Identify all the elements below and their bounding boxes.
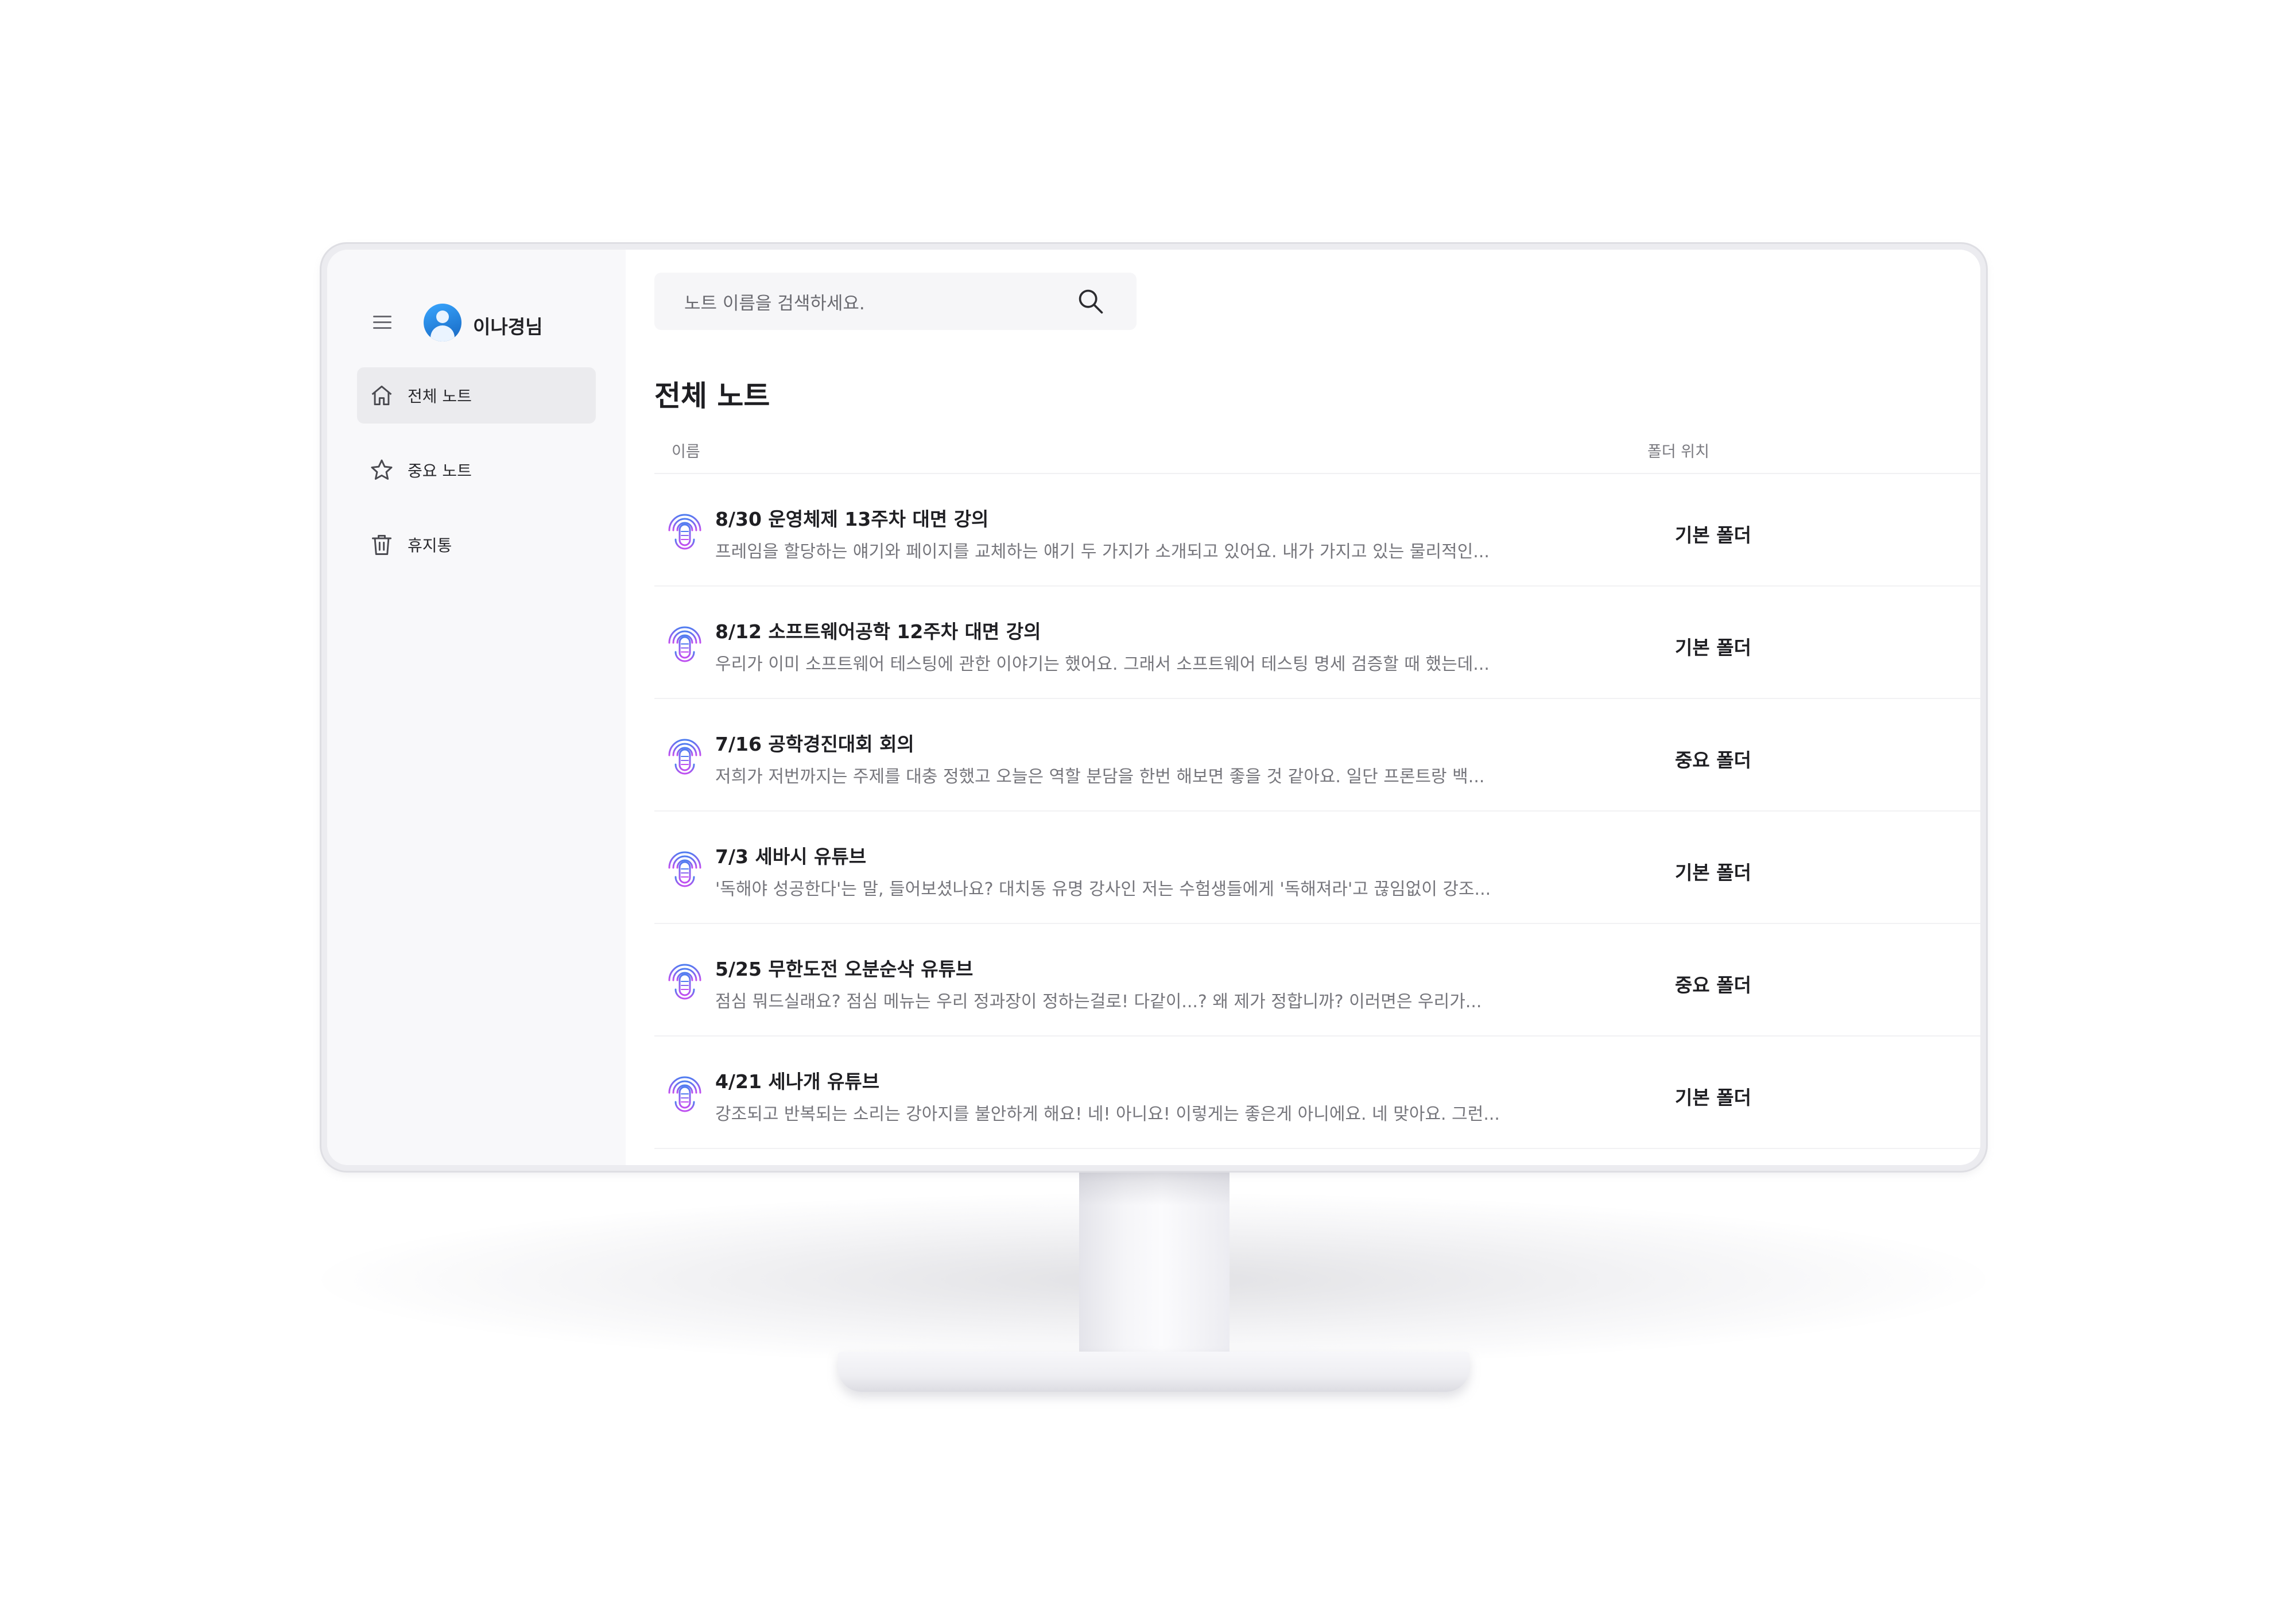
note-folder: 기본 폴더 [1675, 861, 1751, 884]
microphone-icon [668, 626, 701, 670]
note-folder: 기본 폴더 [1675, 636, 1751, 659]
column-header-folder[interactable]: 폴더 위치 [1647, 439, 1709, 461]
note-row[interactable]: 7/16 공학경진대회 회의 저희가 저번까지는 주제를 대충 정했고 오늘은 … [654, 699, 1980, 812]
page-title: 전체 노트 [654, 379, 770, 413]
app-window: 이나경님 전체 노트 중요 노트 휴지통 노트 이름을 검색하세요. 전체 노트… [327, 250, 1980, 1165]
note-title[interactable]: 8/12 소프트웨어공학 12주차 대면 강의 [715, 616, 1041, 644]
note-preview: 프레임을 할당하는 얘기와 페이지를 교체하는 얘기 두 가지가 소개되고 있어… [715, 542, 1490, 562]
home-icon [369, 382, 395, 409]
note-title[interactable]: 8/30 운영체제 13주차 대면 강의 [715, 504, 988, 531]
note-row[interactable]: 8/12 소프트웨어공학 12주차 대면 강의 우리가 이미 소프트웨어 테스팅… [654, 587, 1980, 699]
note-preview: 강조되고 반복되는 소리는 강아지를 불안하게 해요! 네! 아니요! 이렇게는… [715, 1104, 1500, 1124]
column-header-name[interactable]: 이름 [672, 439, 700, 461]
sidebar-item-label: 중요 노트 [408, 461, 472, 480]
sidebar-item-trash[interactable]: 휴지통 [357, 517, 596, 573]
main-content: 노트 이름을 검색하세요. 전체 노트 이름 폴더 위치 8/30 운영체제 1… [626, 250, 1980, 1165]
microphone-icon [668, 1076, 701, 1120]
note-folder: 중요 폴더 [1675, 749, 1751, 771]
note-row[interactable]: 7/3 세바시 유튜브 '독해야 성공한다'는 말, 들어보셨나요? 대치동 유… [654, 812, 1980, 924]
note-preview: '독해야 성공한다'는 말, 들어보셨나요? 대치동 유명 강사인 저는 수험생… [715, 879, 1491, 899]
monitor-stand-shade [1079, 1165, 1230, 1205]
sidebar-item-label: 전체 노트 [408, 387, 472, 406]
note-row[interactable]: 8/30 운영체제 13주차 대면 강의 프레임을 할당하는 얘기와 페이지를 … [654, 474, 1980, 587]
search-icon[interactable] [1073, 284, 1108, 319]
note-row[interactable]: 4/21 세나개 유튜브 강조되고 반복되는 소리는 강아지를 불안하게 해요!… [654, 1037, 1980, 1149]
search-placeholder: 노트 이름을 검색하세요. [684, 293, 865, 314]
note-folder: 기본 폴더 [1675, 524, 1751, 546]
note-title[interactable]: 4/21 세나개 유튜브 [715, 1066, 879, 1094]
trash-icon [369, 531, 395, 558]
note-row[interactable]: 5/25 무한도전 오분순삭 유튜브 점심 뭐드실래요? 점심 메뉴는 우리 정… [654, 924, 1980, 1037]
microphone-icon [668, 964, 701, 1008]
note-preview: 저희가 저번까지는 주제를 대충 정했고 오늘은 역할 분담을 한번 해보면 좋… [715, 767, 1485, 787]
note-title[interactable]: 7/16 공학경진대회 회의 [715, 729, 914, 756]
microphone-icon [668, 514, 701, 558]
note-folder: 기본 폴더 [1675, 1086, 1751, 1109]
note-preview: 점심 뭐드실래요? 점심 메뉴는 우리 정과장이 정하는걸로! 다같이...? … [715, 992, 1482, 1012]
monitor-stand-base [838, 1352, 1469, 1392]
sidebar-item-label: 휴지통 [408, 536, 452, 555]
sidebar-item-important-notes[interactable]: 중요 노트 [357, 442, 596, 498]
note-folder: 중요 폴더 [1675, 974, 1751, 996]
note-title[interactable]: 7/3 세바시 유튜브 [715, 841, 866, 869]
star-icon [369, 457, 395, 483]
avatar[interactable] [424, 304, 461, 341]
user-name: 이나경님 [473, 316, 543, 338]
monitor-frame: 이나경님 전체 노트 중요 노트 휴지통 노트 이름을 검색하세요. 전체 노트… [321, 244, 1986, 1171]
hamburger-menu-icon[interactable] [370, 309, 395, 335]
microphone-icon [668, 739, 701, 783]
sidebar-item-all-notes[interactable]: 전체 노트 [357, 367, 596, 424]
microphone-icon [668, 851, 701, 895]
sidebar: 이나경님 전체 노트 중요 노트 휴지통 [327, 250, 626, 1165]
product-mockup: 이나경님 전체 노트 중요 노트 휴지통 노트 이름을 검색하세요. 전체 노트… [0, 0, 2296, 1607]
search-input[interactable]: 노트 이름을 검색하세요. [654, 273, 1137, 330]
note-title[interactable]: 5/25 무한도전 오분순삭 유튜브 [715, 954, 973, 981]
note-preview: 우리가 이미 소프트웨어 테스팅에 관한 이야기는 했어요. 그래서 소프트웨어… [715, 654, 1490, 674]
